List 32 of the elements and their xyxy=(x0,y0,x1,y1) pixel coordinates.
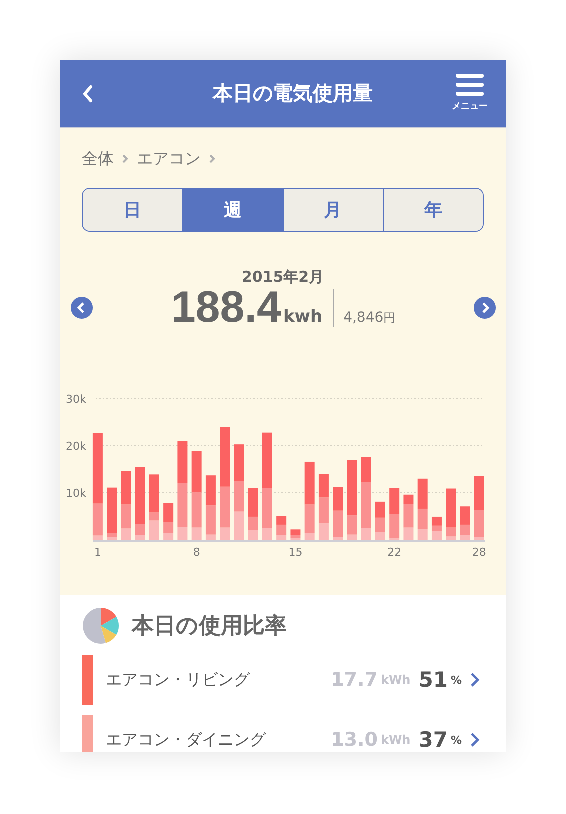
kwh-value: 13.0 xyxy=(331,729,378,751)
x-axis-label: 1 xyxy=(94,546,102,559)
percent-unit: % xyxy=(450,734,462,746)
x-axis-label: 28 xyxy=(472,546,486,559)
section-title: 本日の使用比率 xyxy=(132,612,287,641)
breadcrumb-link[interactable]: エアコン xyxy=(137,148,201,170)
cost-unit: 円 xyxy=(384,310,396,327)
kwh-value: 17.7 xyxy=(331,669,378,691)
device-name: エアコン・リビング xyxy=(106,670,252,690)
breadcrumb-link[interactable]: 全体 xyxy=(82,148,114,170)
total-unit: kwh xyxy=(283,307,323,327)
device-name: エアコン・ダイニング xyxy=(106,730,268,750)
screen-title: 本日の電気使用量 xyxy=(212,80,374,107)
y-axis-label: 20k xyxy=(66,440,86,453)
period-tab[interactable]: 月 xyxy=(282,189,383,231)
usage-row[interactable]: エアコン・リビング 17.7 kWh 51% xyxy=(82,655,484,705)
x-axis-label: 22 xyxy=(388,546,402,559)
cost-value: 4,846 xyxy=(344,310,384,326)
y-axis-label: 30k xyxy=(66,393,86,406)
menu-button[interactable]: メニュー xyxy=(452,74,488,113)
x-axis-label: 15 xyxy=(288,546,303,559)
percent-value: 37 xyxy=(418,728,448,752)
period-tab[interactable]: 日 xyxy=(83,189,182,231)
percent-value: 51 xyxy=(418,668,448,692)
usage-row[interactable]: エアコン・ダイニング 13.0 kWh 37% xyxy=(82,715,484,752)
y-axis-label: 10k xyxy=(66,487,86,500)
period-tab[interactable]: 年 xyxy=(382,189,483,231)
kwh-unit: kWh xyxy=(380,673,411,687)
percent-unit: % xyxy=(450,674,462,686)
period-tab[interactable]: 週 xyxy=(182,189,282,231)
kwh-unit: kWh xyxy=(380,733,411,747)
x-axis-label: 8 xyxy=(193,546,200,559)
